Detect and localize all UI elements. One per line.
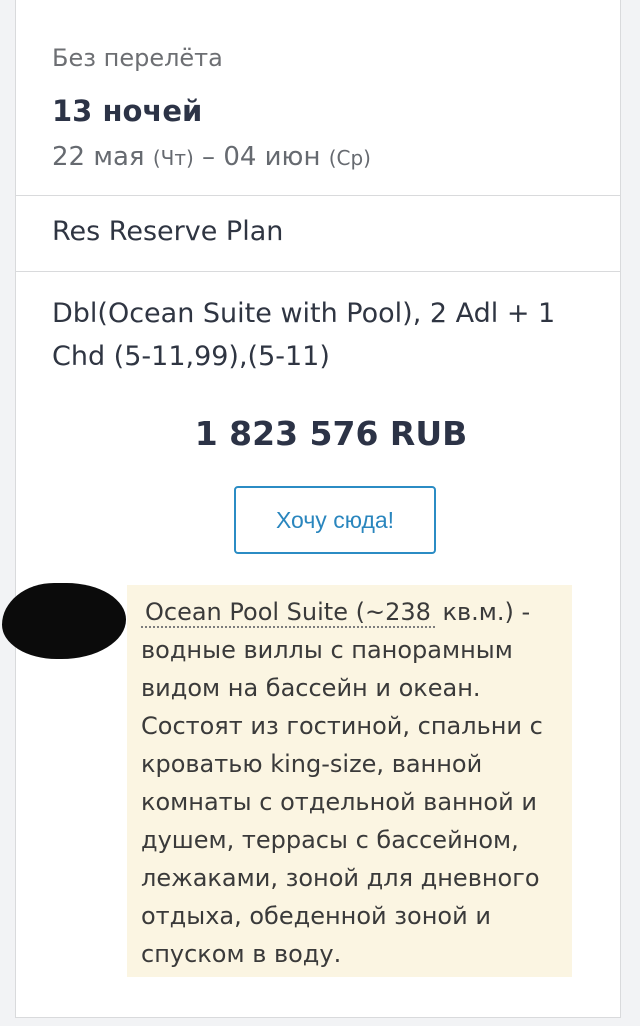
start-date: 22 мая — [52, 142, 145, 172]
plan-name: Res Reserve Plan — [52, 216, 284, 247]
room-info-tooltip: Ocean Pool Suite (~238 кв.м.) - водные в… — [127, 585, 572, 977]
flight-type-label: Без перелёта — [52, 44, 223, 72]
room-type-link[interactable]: Ocean Pool Suite (~238 — [141, 598, 435, 628]
end-weekday: (Ср) — [328, 146, 371, 170]
price: 1 823 576 RUB — [194, 414, 468, 453]
room-description: Dbl(Ocean Suite with Pool), 2 Adl + 1 Ch… — [52, 298, 556, 372]
start-weekday: (Чт) — [152, 146, 194, 170]
nights-count: 13 ночей — [52, 94, 203, 128]
end-date: 04 июн — [223, 142, 321, 172]
date-separator: – — [202, 142, 216, 172]
room-info-text: кв.м.) - водные виллы с панорамным видом… — [141, 598, 543, 968]
date-range: 22 мая (Чт) – 04 июн (Ср) — [52, 142, 371, 172]
plan-section: Res Reserve Plan — [16, 196, 620, 272]
want-here-button[interactable]: Хочу сюда! — [234, 486, 436, 554]
flight-section: Без перелёта 13 ночей 22 мая (Чт) – 04 и… — [16, 0, 620, 196]
